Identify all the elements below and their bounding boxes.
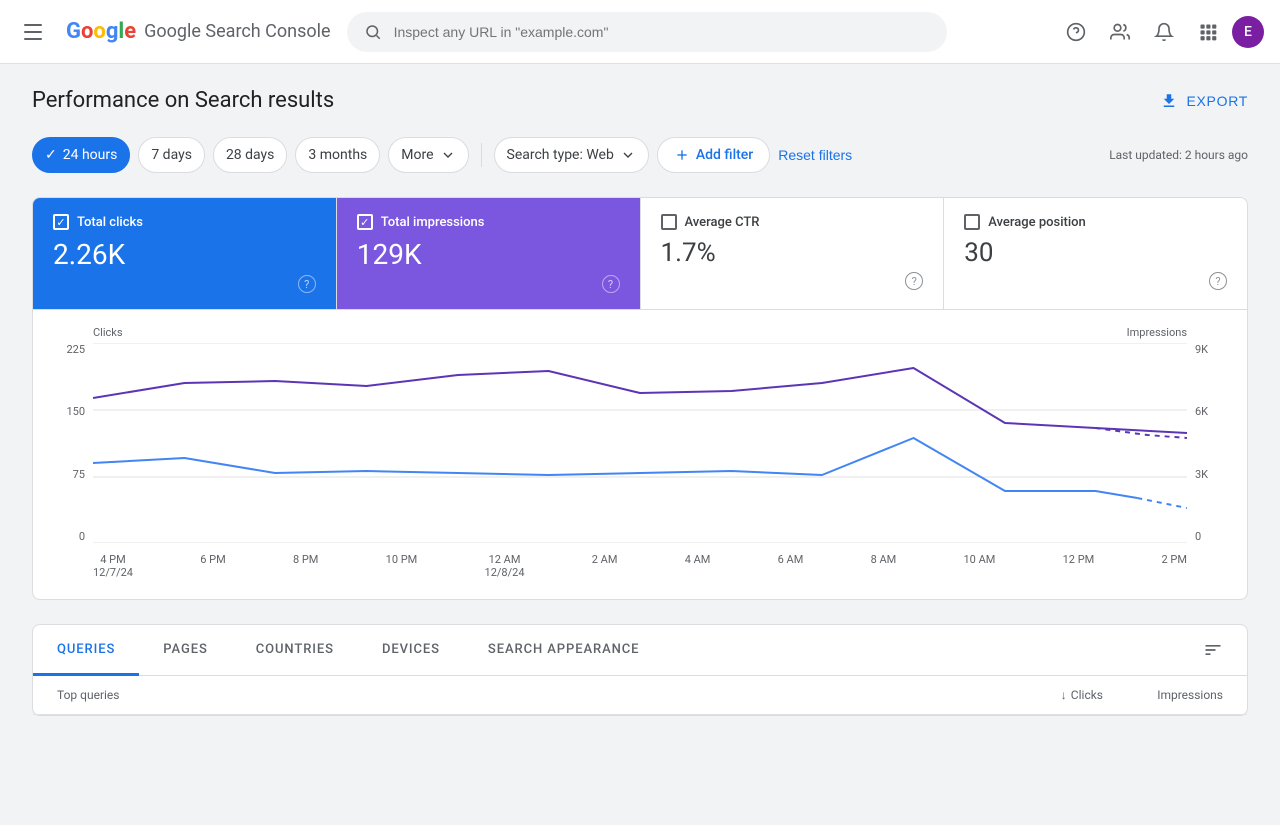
table-header: Top queries ↓ Clicks Impressions	[33, 676, 1247, 715]
y-axis-right-label: Impressions	[1127, 326, 1187, 339]
tabs-actions	[1195, 625, 1247, 675]
filter-28days[interactable]: 28 days	[213, 137, 287, 173]
help-icon-clicks[interactable]: ?	[298, 275, 316, 293]
x-label-8: 8 AM	[871, 553, 897, 579]
chart-svg	[93, 343, 1187, 543]
metric-label-impressions: Total impressions	[381, 215, 485, 230]
metric-label-ctr: Average CTR	[685, 215, 760, 230]
y-axis-right: 9K 6K 3K 0	[1187, 343, 1227, 543]
th-top-queries: Top queries	[57, 688, 983, 702]
x-label-11: 2 PM	[1161, 553, 1186, 579]
metric-checkbox-ctr[interactable]	[661, 214, 677, 230]
metric-value-position: 30	[964, 238, 1227, 268]
page-header: Performance on Search results EXPORT	[32, 88, 1248, 113]
filter-3months[interactable]: 3 months	[295, 137, 380, 173]
filter-separator	[481, 143, 482, 167]
tab-countries[interactable]: COUNTRIES	[232, 626, 358, 676]
url-search-input[interactable]	[394, 24, 930, 40]
metrics-cards: Total clicks 2.26K ? Total impressions 1…	[33, 198, 1247, 310]
main-content: Performance on Search results EXPORT ✓ 2…	[0, 64, 1280, 740]
metrics-container: Total clicks 2.26K ? Total impressions 1…	[32, 197, 1248, 600]
metric-average-position[interactable]: Average position 30 ?	[944, 198, 1247, 309]
metric-value-clicks: 2.26K	[53, 238, 316, 271]
metric-checkbox-impressions[interactable]	[357, 214, 373, 230]
metric-average-ctr[interactable]: Average CTR 1.7% ?	[641, 198, 945, 309]
chevron-down-icon	[620, 147, 636, 163]
x-label-9: 10 AM	[964, 553, 996, 579]
metric-total-impressions[interactable]: Total impressions 129K ?	[337, 198, 641, 309]
app-header: Google Google Search Console	[0, 0, 1280, 64]
x-label-1: 6 PM	[200, 553, 225, 579]
checkmark-icon: ✓	[45, 147, 57, 163]
reset-filters-button[interactable]: Reset filters	[778, 147, 852, 163]
x-label-10: 12 PM	[1063, 553, 1095, 579]
x-label-4: 12 AM12/8/24	[485, 553, 525, 579]
help-icon-ctr[interactable]: ?	[905, 272, 923, 290]
chart-svg-container	[93, 343, 1187, 547]
filter-more-dropdown[interactable]: More	[388, 137, 468, 173]
filter-24hours[interactable]: ✓ 24 hours	[32, 137, 130, 173]
x-label-7: 6 AM	[778, 553, 804, 579]
apps-button[interactable]	[1188, 12, 1228, 52]
metric-value-ctr: 1.7%	[661, 238, 924, 268]
users-button[interactable]	[1100, 12, 1140, 52]
tab-pages[interactable]: PAGES	[139, 626, 231, 676]
metric-checkbox-clicks[interactable]	[53, 214, 69, 230]
sort-arrow-icon: ↓	[1061, 688, 1067, 702]
chart-area: Clicks Impressions 225 150 75 0	[33, 310, 1247, 599]
filter-7days[interactable]: 7 days	[138, 137, 205, 173]
tabs: QUERIES PAGES COUNTRIES DEVICES SEARCH A…	[33, 625, 1247, 676]
tab-devices[interactable]: DEVICES	[358, 626, 464, 676]
help-button[interactable]	[1056, 12, 1096, 52]
metric-value-impressions: 129K	[357, 238, 620, 271]
table-filter-icon	[1203, 640, 1223, 660]
x-axis-labels: 4 PM12/7/24 6 PM 8 PM 10 PM 12 AM12/8/24…	[93, 553, 1187, 579]
tabs-container: QUERIES PAGES COUNTRIES DEVICES SEARCH A…	[32, 624, 1248, 716]
menu-button[interactable]	[16, 16, 50, 48]
x-label-3: 10 PM	[386, 553, 418, 579]
chevron-down-icon	[440, 147, 456, 163]
x-label-6: 4 AM	[685, 553, 711, 579]
table-filter-button[interactable]	[1195, 632, 1231, 668]
notifications-button[interactable]	[1144, 12, 1184, 52]
metric-total-clicks[interactable]: Total clicks 2.26K ?	[33, 198, 337, 309]
plus-icon	[674, 147, 690, 163]
search-icon	[364, 23, 382, 41]
x-label-5: 2 AM	[592, 553, 618, 579]
y-axis-left-label: Clicks	[93, 326, 123, 339]
search-bar	[347, 12, 947, 52]
x-label-2: 8 PM	[293, 553, 318, 579]
tab-search-appearance[interactable]: SEARCH APPEARANCE	[464, 626, 663, 676]
help-icon-impressions[interactable]: ?	[602, 275, 620, 293]
add-filter-button[interactable]: Add filter	[657, 137, 770, 173]
y-axis-left: 225 150 75 0	[53, 343, 93, 543]
user-avatar[interactable]: E	[1232, 16, 1264, 48]
th-clicks[interactable]: ↓ Clicks	[983, 688, 1103, 702]
last-updated-text: Last updated: 2 hours ago	[1109, 148, 1248, 162]
google-logo: Google	[66, 19, 136, 44]
tab-queries[interactable]: QUERIES	[33, 626, 139, 676]
app-name: Google Search Console	[144, 21, 330, 42]
x-label-0: 4 PM12/7/24	[93, 553, 133, 579]
search-type-dropdown[interactable]: Search type: Web	[494, 137, 649, 173]
metric-checkbox-position[interactable]	[964, 214, 980, 230]
app-logo[interactable]: Google Google Search Console	[66, 19, 331, 44]
metric-label-position: Average position	[988, 215, 1086, 230]
export-button[interactable]: EXPORT	[1160, 92, 1248, 110]
header-icons: E	[1056, 12, 1264, 52]
help-icon-position[interactable]: ?	[1209, 272, 1227, 290]
page-title: Performance on Search results	[32, 88, 334, 113]
metric-label-clicks: Total clicks	[77, 215, 143, 230]
th-impressions[interactable]: Impressions	[1103, 688, 1223, 702]
filter-bar: ✓ 24 hours 7 days 28 days 3 months More …	[32, 137, 1248, 173]
